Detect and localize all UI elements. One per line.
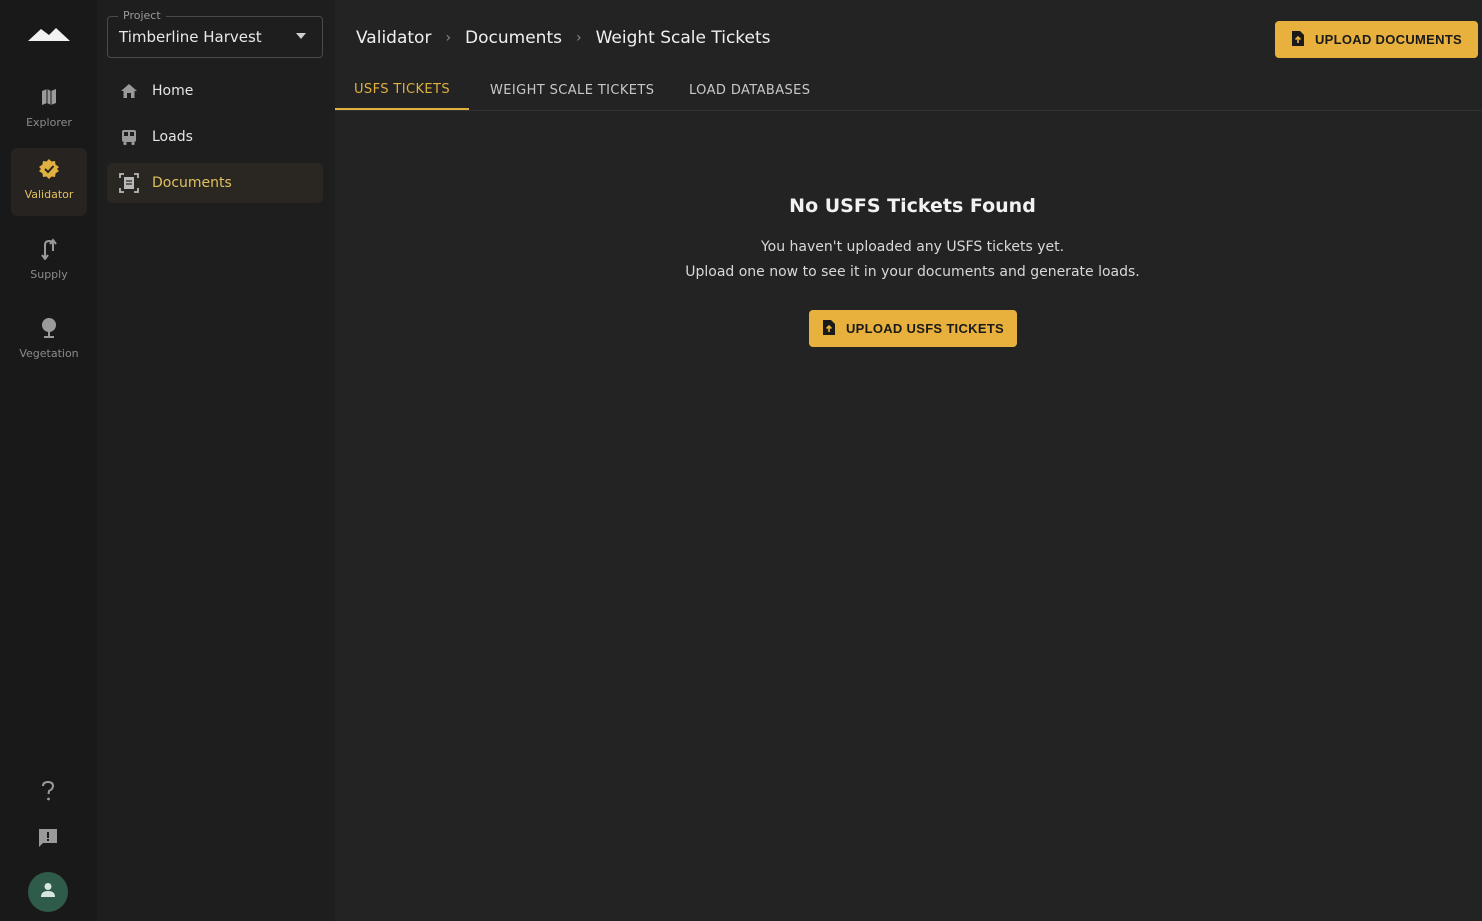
breadcrumb: Validator › Documents › Weight Scale Tic… [356,28,771,48]
route-icon [38,238,60,260]
sidebar-item-documents[interactable]: Documents [107,163,323,203]
sidebar-item-label: Loads [152,129,193,145]
upload-usfs-tickets-button[interactable]: UPLOAD USFS TICKETS [809,310,1017,347]
person-icon [39,881,57,903]
avatar[interactable] [28,872,68,912]
document-scan-icon [119,173,139,193]
upload-documents-button[interactable]: UPLOAD DOCUMENTS [1275,21,1478,58]
upload-documents-label: UPLOAD DOCUMENTS [1314,32,1463,47]
upload-usfs-tickets-label: UPLOAD USFS TICKETS [845,321,1005,336]
app-logo-icon[interactable] [27,24,71,46]
help-icon[interactable] [37,780,59,802]
file-upload-icon [822,319,836,339]
empty-state-message: You haven't uploaded any USFS tickets ye… [760,239,1065,255]
file-upload-icon [1291,30,1305,50]
truck-icon [119,127,139,147]
tab-load-databases[interactable]: LOAD DATABASES [689,70,810,110]
icon-rail: Explorer Validator Supply Vegetation [0,0,97,921]
chevron-right-icon: › [445,30,452,46]
rail-item-supply[interactable]: Supply [11,228,87,296]
sidebar-item-label: Home [152,83,194,99]
project-select-value: Timberline Harvest [119,28,262,46]
rail-item-label: Explorer [26,116,72,129]
tab-label: WEIGHT SCALE TICKETS [490,82,655,98]
tab-label: USFS TICKETS [354,81,450,97]
breadcrumb-item[interactable]: Documents [465,28,562,48]
breadcrumb-item[interactable]: Validator [356,28,431,48]
tree-icon [38,317,60,339]
map-icon [38,86,60,108]
breadcrumb-item-current: Weight Scale Tickets [595,28,771,48]
home-icon [119,81,139,101]
tab-usfs-tickets[interactable]: USFS TICKETS [335,70,469,110]
sidebar-item-label: Documents [152,175,232,191]
rail-item-validator[interactable]: Validator [11,148,87,216]
feedback-icon[interactable] [37,827,59,849]
secondary-sidebar: Project Timberline Harvest Home Loads Do… [97,0,335,921]
rail-item-label: Validator [24,188,74,201]
sidebar-item-home[interactable]: Home [107,71,323,111]
sidebar-item-loads[interactable]: Loads [107,117,323,157]
tab-label: LOAD DATABASES [689,82,811,98]
project-select[interactable]: Project Timberline Harvest [107,9,323,58]
rail-item-label: Supply [30,268,68,281]
caret-down-icon [296,33,306,39]
tab-weight-scale-tickets[interactable]: WEIGHT SCALE TICKETS [490,70,654,110]
main-content: Validator › Documents › Weight Scale Tic… [335,0,1482,921]
tab-bar: USFS TICKETS WEIGHT SCALE TICKETS LOAD D… [335,70,1482,111]
empty-state-message: Upload one now to see it in your documen… [685,264,1140,280]
chevron-right-icon: › [575,30,582,46]
empty-state: No USFS Tickets Found You haven't upload… [335,195,1482,285]
project-select-label: Project [118,9,166,22]
rail-item-vegetation[interactable]: Vegetation [11,307,87,375]
empty-state-title: No USFS Tickets Found [789,195,1036,217]
verified-badge-icon [38,158,60,180]
rail-item-label: Vegetation [19,347,79,360]
rail-item-explorer[interactable]: Explorer [11,76,87,144]
